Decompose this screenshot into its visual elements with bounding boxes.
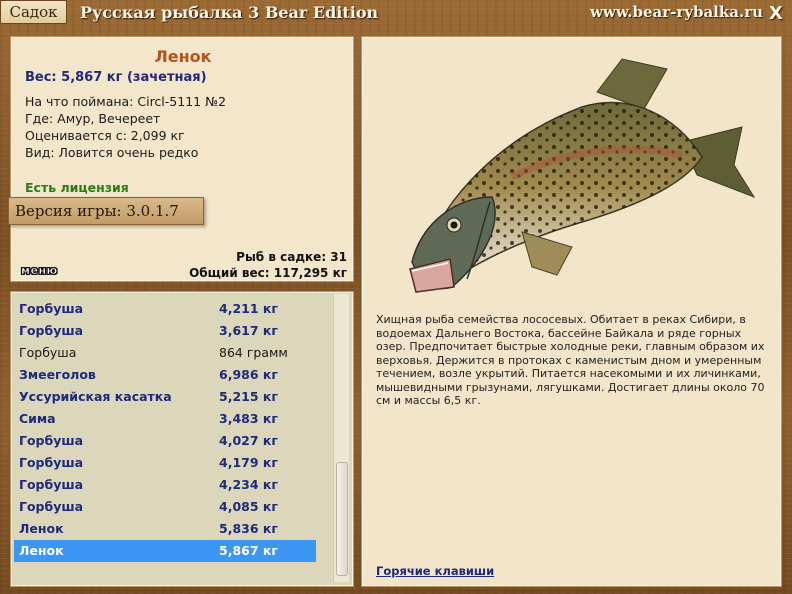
hotkeys-link[interactable]: Горячие клавиши	[376, 564, 494, 578]
catch-location: Где: Амур, Вечереет	[25, 111, 161, 126]
license-status: Есть лицензия	[25, 180, 129, 195]
list-item-weight: 5,867 кг	[219, 543, 278, 558]
list-item[interactable]: Ленок 5,836 кг	[14, 518, 316, 540]
list-item-name: Змееголов	[19, 367, 96, 382]
list-item-weight: 5,836 кг	[219, 521, 278, 536]
list-item-name: Ленок	[19, 543, 64, 558]
menu-button[interactable]: меню	[21, 259, 77, 278]
site-link[interactable]: www.bear-rybalka.ru	[590, 3, 763, 21]
list-item[interactable]: Ленок 5,867 кг	[14, 540, 316, 562]
list-item-name: Горбуша	[19, 477, 84, 492]
total-weight: Общий вес: 117,295 кг	[189, 266, 347, 280]
list-item-name: Сима	[19, 411, 56, 426]
list-item-name: Горбуша	[19, 301, 84, 316]
lenok-fish-image	[409, 58, 756, 293]
list-item-weight: 4,211 кг	[219, 301, 278, 316]
list-item-weight: 6,986 кг	[219, 367, 278, 382]
fish-info-panel: Ленок Вес: 5,867 кг (зачетная) На что по…	[8, 36, 354, 282]
list-item-name: Ленок	[19, 521, 64, 536]
list-item-weight: 4,234 кг	[219, 477, 278, 492]
catch-list-panel: Горбуша 4,211 кг Горбуша 3,617 кг Горбуша 864…	[10, 291, 354, 587]
fish-weight: Вес: 5,867 кг (зачетная)	[25, 70, 207, 85]
list-item[interactable]: Горбуша 4,234 кг	[14, 474, 316, 496]
list-item[interactable]: Горбуша 3,617 кг	[14, 320, 316, 342]
list-item-name: Горбуша	[19, 323, 84, 338]
catch-list: Горбуша 4,211 кг Горбуша 3,617 кг Горбуша 864…	[14, 298, 326, 562]
list-item[interactable]: Уссурийская касатка 5,215 кг	[14, 386, 316, 408]
sadok-tab-button[interactable]: Садок	[0, 0, 67, 24]
valued-from: Оценивается с: 2,099 кг	[25, 128, 185, 143]
fish-name: Ленок	[154, 47, 212, 66]
list-item[interactable]: Горбуша 4,179 кг	[14, 452, 316, 474]
list-item[interactable]: Горбуша 864 грамм	[14, 342, 316, 364]
game-version: Версия игры: 3.0.1.7	[8, 197, 204, 225]
list-item-name: Горбуша	[19, 433, 84, 448]
list-item-name: Уссурийская касатка	[19, 389, 172, 404]
list-item[interactable]: Сима 3,483 кг	[14, 408, 316, 430]
title-bar: Садок Русская рыбалка 3 Bear Edition www…	[0, 0, 792, 30]
list-item-weight: 4,027 кг	[219, 433, 278, 448]
list-item-weight: 4,179 кг	[219, 455, 278, 470]
list-item-name: Горбуша	[19, 499, 84, 514]
app-title: Русская рыбалка 3 Bear Edition	[80, 3, 379, 22]
rarity: Вид: Ловится очень редко	[25, 145, 199, 160]
close-icon[interactable]: X	[766, 2, 786, 24]
fish-count: Рыб в садке: 31	[236, 250, 347, 264]
list-item-weight: 4,085 кг	[219, 499, 278, 514]
list-item-weight: 3,483 кг	[219, 411, 278, 426]
scrollbar-thumb[interactable]	[336, 462, 348, 576]
menu-label: меню	[21, 264, 58, 278]
list-scrollbar[interactable]	[333, 294, 349, 582]
fish-description: Хищная рыба семейства лососевых. Обитает…	[376, 313, 765, 407]
list-item[interactable]: Горбуша 4,211 кг	[14, 298, 316, 320]
list-item[interactable]: Змееголов 6,986 кг	[14, 364, 316, 386]
list-item-weight: 864 грамм	[219, 345, 288, 360]
list-item-name: Горбуша	[19, 345, 77, 360]
list-item-weight: 3,617 кг	[219, 323, 278, 338]
list-item[interactable]: Горбуша 4,027 кг	[14, 430, 316, 452]
catch-stats: Рыб в садке: 31 Общий вес: 117,295 кг	[189, 249, 347, 281]
list-item-name: Горбуша	[19, 455, 84, 470]
fish-detail-panel: Хищная рыба семейства лососевых. Обитает…	[361, 36, 782, 587]
caught-with: На что поймана: Circl-5111 №2	[25, 94, 227, 109]
list-item-weight: 5,215 кг	[219, 389, 278, 404]
list-item[interactable]: Горбуша 4,085 кг	[14, 496, 316, 518]
